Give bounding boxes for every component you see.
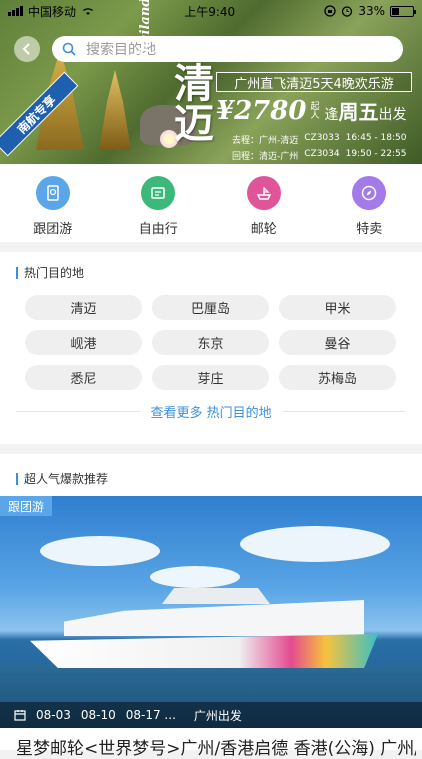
divider <box>281 411 407 412</box>
chevron-left-icon <box>22 43 30 55</box>
cruise-icon <box>246 176 281 210</box>
ship-illustration <box>162 588 270 604</box>
departure-date: 08-17 ... <box>125 708 176 722</box>
outbound-flight: 去程：广州-清迈 CZ3033 16:45 - 18:50 <box>232 133 407 146</box>
destination-chip[interactable]: 东京 <box>152 330 269 355</box>
product-title[interactable]: 星梦邮轮<世界梦号>广州/香港启德 香港(公海) 广州/香 <box>16 734 416 759</box>
promo-banner[interactable]: 搜索目的地 Thailand 清迈 广州直飞清迈5天4晚欢乐游 ¥2780 起人… <box>0 0 422 164</box>
category-group-tour[interactable]: 跟团游 <box>18 176 88 242</box>
destination-chip[interactable]: 苏梅岛 <box>279 365 396 390</box>
section-title: 热门目的地 <box>16 264 406 281</box>
category-label: 跟团游 <box>33 222 73 237</box>
more-destinations-link[interactable]: 查看更多 热门目的地 <box>150 402 271 421</box>
destination-chip[interactable]: 曼谷 <box>279 330 396 355</box>
ship-illustration <box>30 634 378 668</box>
cloud-decoration <box>40 536 160 566</box>
section-title-bar <box>16 266 18 279</box>
banner-promo-title: 广州直飞清迈5天4晚欢乐游 <box>216 72 412 92</box>
category-nav: 跟团游 自由行 邮轮 特卖 <box>0 164 422 242</box>
banner-price: ¥2780 起人 逢周五出发 <box>216 96 416 126</box>
product-tag: 跟团游 <box>0 496 53 516</box>
destination-chip[interactable]: 甲米 <box>279 295 396 320</box>
category-label: 特卖 <box>356 222 383 237</box>
return-flight: 回程：清迈-广州 CZ3034 19:50 - 22:55 <box>232 149 407 162</box>
departure-day: 逢周五出发 <box>324 100 407 124</box>
more-destinations-row: 查看更多 热门目的地 <box>16 402 407 421</box>
price-value: ¥2780 <box>216 96 307 126</box>
cloud-decoration <box>240 526 390 562</box>
status-bar: 中国移动 上午9:40 33% <box>0 0 422 22</box>
category-label: 自由行 <box>138 222 178 237</box>
calendar-icon <box>14 710 26 721</box>
signal-icon <box>8 6 23 16</box>
destination-chip[interactable]: 清迈 <box>25 295 142 320</box>
category-sale[interactable]: 特卖 <box>334 176 404 242</box>
status-time: 上午9:40 <box>184 4 236 19</box>
search-icon <box>62 42 76 56</box>
departure-date: 08-03 <box>36 708 71 722</box>
section-title-bar <box>16 472 18 485</box>
temple-illustration <box>99 70 131 150</box>
destination-chip[interactable]: 岘港 <box>25 330 142 355</box>
alarm-icon <box>342 6 353 17</box>
recommend-section: 超人气爆款推荐 跟团游 08-03 08-10 08-17 ... 广州出发 星… <box>0 454 422 759</box>
departure-dates-bar: 08-03 08-10 08-17 ... 广州出发 <box>0 702 422 728</box>
ship-illustration <box>64 600 364 636</box>
carrier-label: 中国移动 <box>28 4 77 19</box>
search-input[interactable]: 搜索目的地 <box>52 36 403 62</box>
hot-destinations-section: 热门目的地 清迈 巴厘岛 甲米 岘港 东京 曼谷 悉尼 芽庄 苏梅岛 查看更多 … <box>0 252 422 444</box>
price-suffix: 起人 <box>308 101 319 119</box>
battery-icon <box>389 5 416 17</box>
passport-icon <box>35 176 70 210</box>
banner-city-text: 清迈 <box>167 62 214 142</box>
category-cruise[interactable]: 邮轮 <box>229 176 299 242</box>
category-free-travel[interactable]: 自由行 <box>123 176 193 242</box>
battery-percent: 33% <box>358 4 385 18</box>
destination-chip[interactable]: 悉尼 <box>25 365 142 390</box>
back-button[interactable] <box>14 36 40 62</box>
divider <box>16 411 141 412</box>
category-label: 邮轮 <box>250 222 277 237</box>
destination-grid: 清迈 巴厘岛 甲米 岘港 东京 曼谷 悉尼 芽庄 苏梅岛 <box>16 295 406 390</box>
section-title: 超人气爆款推荐 <box>0 454 422 487</box>
compass-icon <box>352 176 387 210</box>
product-card-image[interactable]: 跟团游 08-03 08-10 08-17 ... 广州出发 <box>0 496 422 728</box>
wifi-icon <box>83 8 94 15</box>
cloud-decoration <box>150 566 240 588</box>
departure-date: 08-10 <box>80 708 116 722</box>
boarding-icon <box>141 176 176 210</box>
destination-chip[interactable]: 巴厘岛 <box>152 295 269 320</box>
destination-chip[interactable]: 芽庄 <box>152 365 269 390</box>
rotation-lock-icon <box>324 5 336 17</box>
departure-city: 广州出发 <box>193 708 242 723</box>
